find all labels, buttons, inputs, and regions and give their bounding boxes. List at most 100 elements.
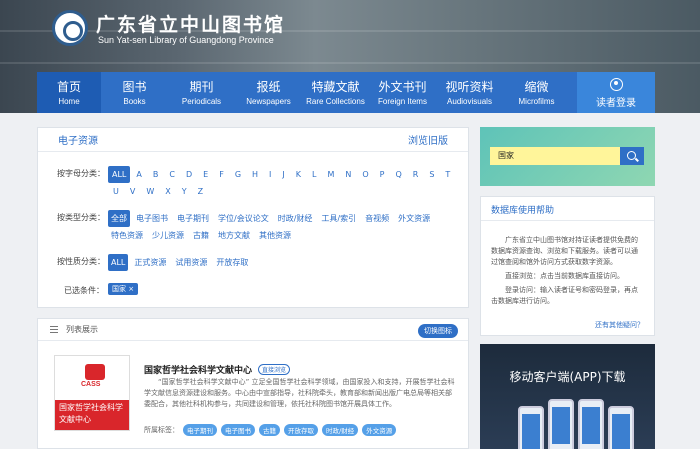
direct-browse-badge[interactable]: 直接浏览 [258, 364, 291, 375]
type-filter-option[interactable]: 特色资源 [108, 227, 146, 244]
library-name-cn: 广东省立中山图书馆 [96, 14, 286, 36]
type-filter-option[interactable]: 全部 [108, 210, 130, 227]
database-title[interactable]: 国家哲学社会科学文献中心 [144, 363, 252, 376]
nav-newspapers[interactable]: 报纸 Newspapers [235, 72, 302, 113]
nav-sublabel: Audiovisuals [447, 97, 492, 106]
nav-periodicals[interactable]: 期刊 Periodicals [168, 72, 235, 113]
help-paragraph: 登录访问：输入读者证号和密码登录，再点击数据库进行访问。 [491, 286, 638, 305]
alpha-filter-option[interactable]: T [440, 166, 455, 183]
login-label: 读者登录 [596, 98, 636, 109]
database-description: “国家哲学社会科学文献中心” 立足全国哲学社会科学领域，由国家投入和支持，开展哲… [144, 378, 455, 408]
alpha-filter-option[interactable]: C [164, 166, 180, 183]
alpha-filter-option[interactable]: P [375, 166, 390, 183]
app-download-banner[interactable]: 移动客户端(APP)下载 [480, 344, 655, 449]
type-filter-options: 全部 电子图书 电子期刊 学位/会议论文 时政/财经 工具/索引 音视频 外文资源特色资源 少儿… [108, 210, 463, 244]
nav-microfilms[interactable]: 缩微 Microfilms [503, 72, 570, 113]
alpha-filter-option[interactable]: F [214, 166, 229, 183]
database-tag[interactable]: 开放存取 [284, 424, 318, 436]
alpha-filter-option[interactable]: ALL [108, 166, 131, 183]
alpha-filter-option[interactable]: B [148, 166, 164, 183]
nature-filter-row: 按性质分类： ALL 正式资源 试用资源 开放存取 [38, 254, 470, 271]
nature-filter-option[interactable]: 正式资源 [131, 254, 169, 271]
database-item: CASS 国家哲学社会科学文献中心 国家哲学社会科学文献中心 直接浏览 “国家哲… [54, 355, 459, 445]
database-tag[interactable]: 古籍 [259, 424, 280, 436]
selected-conditions-row: 已选条件： 国家 × [38, 283, 470, 300]
list-title: 列表展示 [66, 325, 98, 334]
alpha-filter-option[interactable]: S [424, 166, 439, 183]
nav-rare-collections[interactable]: 特藏文献 Rare Collections [302, 72, 369, 113]
alpha-filter-option[interactable]: A [131, 166, 146, 183]
type-filter-option[interactable]: 外文资源 [395, 210, 433, 227]
nav-books[interactable]: 图书 Books [101, 72, 168, 113]
nav-foreign-items[interactable]: 外文书刊 Foreign Items [369, 72, 436, 113]
alpha-filter-option[interactable]: Y [177, 183, 192, 200]
nav-sublabel: Periodicals [181, 97, 222, 106]
page-title: 电子资源 [58, 136, 98, 147]
alpha-filter-option[interactable]: X [160, 183, 175, 200]
alpha-filter-option[interactable]: W [141, 183, 159, 200]
type-filter-option[interactable]: 地方文献 [215, 227, 253, 244]
reader-login-button[interactable]: 读者登录 [577, 72, 655, 113]
type-filter-option[interactable]: 电子图书 [133, 210, 171, 227]
alpha-filter-option[interactable]: I [264, 166, 276, 183]
alpha-filter-option[interactable]: H [247, 166, 263, 183]
library-logo[interactable] [52, 10, 88, 46]
app-download-title: 移动客户端(APP)下载 [509, 370, 626, 384]
type-filter-option[interactable]: 工具/索引 [318, 210, 359, 227]
library-name-en: Sun Yat-sen Library of Guangdong Provinc… [98, 35, 274, 45]
help-paragraph: 广东省立中山图书馆对持证读者提供免费的数据库资源查询、浏览和下载服务。读者可以通… [491, 236, 638, 266]
old-version-link[interactable]: 浏览旧版 [408, 132, 448, 147]
database-tag[interactable]: 外文资源 [362, 424, 397, 436]
type-filter-option[interactable]: 电子期刊 [174, 210, 212, 227]
nature-filter-option[interactable]: 试用资源 [172, 254, 210, 271]
filter-panel-header: 电子资源 浏览旧版 [38, 128, 468, 152]
nav-label: 特藏文献 [311, 80, 360, 94]
type-filter-option[interactable]: 学位/会议论文 [215, 210, 272, 227]
alpha-filter-option[interactable]: R [408, 166, 424, 183]
type-filter-option[interactable]: 音视频 [362, 210, 392, 227]
type-filter-row: 按类型分类： 全部 电子图书 电子期刊 学位/会议论文 时政/财经 工具/索引 音视频 外文资… [38, 210, 470, 244]
cass-mark-icon [85, 364, 105, 380]
alpha-filter-option[interactable]: V [125, 183, 140, 200]
alpha-filter-option[interactable]: K [291, 166, 306, 183]
cass-mark-text: CASS [81, 381, 101, 388]
phone-image [608, 406, 634, 449]
alpha-filter-option[interactable]: L [307, 166, 321, 183]
tags-label: 所属标签： [144, 426, 179, 434]
alpha-filter-label: 按字母分类： [57, 169, 105, 178]
search-button[interactable] [620, 147, 644, 165]
alpha-filter-option[interactable]: O [357, 166, 373, 183]
search-panel: 国家 [480, 127, 655, 186]
database-tag[interactable]: 电子期刊 [183, 424, 217, 436]
nav-home[interactable]: 首页 Home [37, 72, 101, 113]
database-tag[interactable]: 时政/财经 [322, 424, 359, 436]
nature-filter-option[interactable]: ALL [108, 254, 129, 271]
alpha-filter-option[interactable]: J [277, 166, 289, 183]
database-logo[interactable]: CASS 国家哲学社会科学文献中心 [54, 355, 130, 431]
nav-label: 外文书刊 [378, 80, 427, 94]
alpha-filter-option[interactable]: U [108, 183, 124, 200]
type-filter-option[interactable]: 古籍 [190, 227, 212, 244]
type-filter-option[interactable]: 时政/财经 [275, 210, 316, 227]
alpha-filter-option[interactable]: D [181, 166, 197, 183]
more-questions-link[interactable]: 还有其他疑问？ [595, 320, 644, 330]
phone-image [548, 399, 574, 449]
selected-condition-tag[interactable]: 国家 × [108, 283, 139, 295]
type-filter-option[interactable]: 少儿资源 [149, 227, 187, 244]
nature-filter-option[interactable]: 开放存取 [213, 254, 251, 271]
database-tag[interactable]: 电子图书 [221, 424, 255, 436]
nav-audiovisuals[interactable]: 视听资料 Audiovisuals [436, 72, 503, 113]
nav-label: 首页 [56, 80, 81, 94]
switch-view-button[interactable]: 切换图标 [418, 324, 458, 338]
alpha-filter-option[interactable]: N [340, 166, 356, 183]
search-input[interactable]: 国家 [490, 147, 620, 165]
nav-label: 期刊 [189, 80, 214, 94]
alpha-filter-option[interactable]: G [230, 166, 246, 183]
alpha-filter-option[interactable]: M [322, 166, 339, 183]
nav-sublabel: Newspapers [246, 97, 291, 106]
alpha-filter-option[interactable]: Q [390, 166, 406, 183]
alpha-filter-options: ALL A B C D E F G H I J K L M N O P Q R S T U V W X Y Z [108, 166, 463, 200]
alpha-filter-option[interactable]: E [198, 166, 213, 183]
type-filter-option[interactable]: 其他资源 [256, 227, 294, 244]
alpha-filter-option[interactable]: Z [193, 183, 208, 200]
